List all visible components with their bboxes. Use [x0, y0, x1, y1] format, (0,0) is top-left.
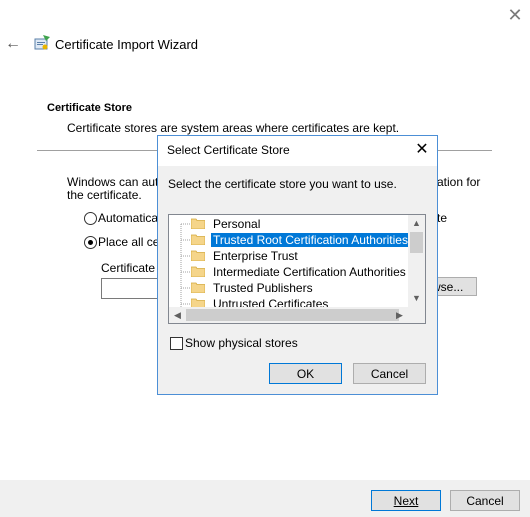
store-item[interactable]: Personal — [169, 216, 409, 232]
tree-connector — [180, 223, 190, 232]
scroll-thumb[interactable] — [410, 232, 423, 253]
vertical-scrollbar[interactable]: ▲ ▼ — [408, 215, 425, 307]
folder-icon — [191, 234, 205, 245]
tree-connector — [180, 264, 190, 280]
dialog-titlebar: Select Certificate Store ✕ — [158, 136, 437, 166]
show-physical-checkbox[interactable] — [170, 337, 183, 350]
show-physical-label[interactable]: Show physical stores — [185, 336, 298, 350]
scroll-up-icon[interactable]: ▲ — [408, 215, 425, 232]
store-item-label: Trusted Publishers — [213, 281, 313, 295]
ok-button[interactable]: OK — [269, 363, 342, 384]
certificate-store-field[interactable] — [101, 278, 163, 299]
store-item[interactable]: Intermediate Certification Authorities — [169, 264, 409, 280]
store-item-label: Personal — [213, 217, 261, 231]
section-description: Certificate stores are system areas wher… — [67, 121, 400, 135]
section-heading: Certificate Store — [47, 102, 132, 114]
scroll-left-icon[interactable]: ◀ — [169, 307, 186, 323]
scroll-down-icon[interactable]: ▼ — [408, 290, 425, 307]
folder-icon — [191, 282, 205, 293]
tree-connector — [180, 280, 190, 296]
next-button[interactable]: Next — [371, 490, 441, 511]
dialog-title: Select Certificate Store — [167, 143, 290, 157]
certificate-store-label: Certificate s — [101, 261, 165, 275]
tree-connector — [180, 232, 190, 248]
next-button-label: Next — [393, 494, 419, 508]
window-close-icon[interactable]: ✕ — [506, 6, 524, 24]
radio-place-all[interactable] — [84, 236, 97, 249]
horizontal-scrollbar[interactable]: ◀ ▶ — [169, 307, 425, 323]
store-item[interactable]: Trusted Publishers — [169, 280, 409, 296]
store-item[interactable]: Trusted Root Certification Authorities — [169, 232, 410, 248]
store-item-label: Trusted Root Certification Authorities — [211, 233, 410, 247]
cancel-button[interactable]: Cancel — [450, 490, 520, 511]
folder-icon — [191, 266, 205, 277]
radio-place-all-label[interactable]: Place all cer — [98, 235, 163, 249]
store-tree[interactable]: Personal Trusted Root Certification Autho… — [168, 214, 426, 324]
dialog-instruction: Select the certificate store you want to… — [168, 177, 397, 191]
windows-text-line2: the certificate. — [67, 188, 142, 202]
dialog-close-icon[interactable]: ✕ — [412, 140, 432, 160]
store-item-label: Enterprise Trust — [213, 249, 298, 263]
back-arrow-icon[interactable]: ← — [5, 35, 23, 53]
certificate-wizard-icon — [33, 34, 51, 52]
scroll-right-icon[interactable]: ▶ — [391, 307, 408, 323]
store-item[interactable]: Enterprise Trust — [169, 248, 409, 264]
horizontal-scroll-thumb[interactable] — [186, 309, 399, 321]
radio-automatic-label[interactable]: Automaticall — [98, 211, 163, 225]
windows-text-line1-right: ation for — [437, 175, 481, 189]
wizard-title: Certificate Import Wizard — [55, 37, 199, 52]
store-item-label: Intermediate Certification Authorities — [213, 265, 406, 279]
tree-connector — [180, 248, 190, 264]
folder-icon — [191, 218, 205, 229]
folder-icon — [191, 250, 205, 261]
dialog-cancel-button[interactable]: Cancel — [353, 363, 426, 384]
radio-automatic-label-right: te — [437, 211, 448, 225]
select-store-dialog: Select Certificate Store ✕ Select the ce… — [157, 135, 438, 395]
radio-automatic[interactable] — [84, 212, 97, 225]
